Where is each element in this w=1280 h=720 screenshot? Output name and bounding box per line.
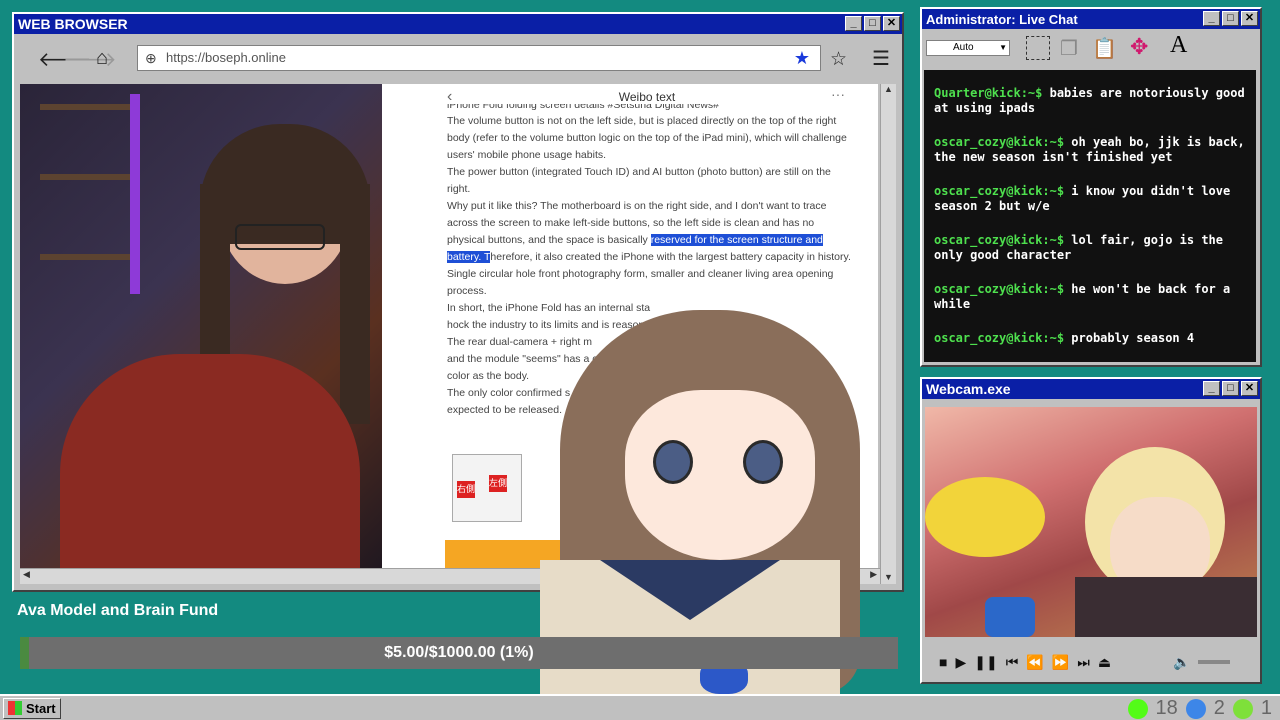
copy-icon[interactable]: ❐ — [1060, 36, 1078, 61]
minimize-button[interactable]: _ — [1203, 11, 1220, 26]
scroll-up-icon[interactable]: ▲ — [881, 84, 896, 94]
webcam-titlebar[interactable]: Webcam.exe _ □ ✕ — [922, 379, 1260, 399]
fund-progress-fill — [20, 637, 29, 669]
chat-message: Quarter@kick:~$ babies are notoriously g… — [934, 86, 1246, 116]
windows-logo-icon — [8, 701, 22, 715]
pause-icon[interactable]: ❚❚ — [974, 654, 997, 671]
chat-message: oscar_cozy@kick:~$ lol fair, gojo is the… — [934, 233, 1246, 263]
chat-message: oscar_cozy@kick:~$ probably season 4 — [934, 331, 1246, 346]
browser-title: WEB BROWSER — [18, 16, 128, 32]
fast-forward-icon[interactable]: ⏩ — [1052, 654, 1069, 671]
count-1: 18 — [1155, 697, 1178, 719]
chat-message: oscar_cozy@kick:~$ i know you didn't lov… — [934, 184, 1246, 214]
chat-message: oscar_cozy@kick:~$ he won't be back for … — [934, 282, 1246, 312]
maximize-button[interactable]: □ — [1222, 11, 1239, 26]
chat-username: oscar_cozy@kick:~$ — [934, 282, 1065, 296]
count-2: 2 — [1213, 697, 1225, 719]
article-fragment: iPhone Fold folding screen details #Sets… — [447, 104, 719, 111]
webcam-feed — [925, 407, 1257, 637]
minimize-button[interactable]: _ — [1203, 381, 1220, 396]
font-icon[interactable]: A — [1170, 32, 1187, 59]
count-3: 1 — [1260, 697, 1272, 719]
play-icon[interactable]: ▶ — [955, 654, 966, 671]
skip-start-icon[interactable]: ⏮ — [1006, 654, 1019, 671]
chat-username: oscar_cozy@kick:~$ — [934, 135, 1065, 149]
chevron-down-icon: ▼ — [999, 43, 1007, 52]
article-image: 右側 左側 — [452, 454, 522, 522]
font-size-select[interactable]: Auto ▼ — [926, 40, 1010, 56]
close-button[interactable]: ✕ — [1241, 11, 1258, 26]
maximize-button[interactable]: □ — [864, 16, 881, 31]
chat-message: oscar_cozy@kick:~$ oh yeah bo, jjk is ba… — [934, 135, 1246, 165]
webcam-title: Webcam.exe — [926, 381, 1011, 397]
home-icon[interactable]: ⌂ — [96, 47, 108, 70]
moon-icon[interactable] — [1185, 698, 1206, 719]
volume-icon[interactable]: 🔈 — [1173, 654, 1190, 671]
move-icon[interactable]: ✥ — [1130, 34, 1148, 60]
scroll-left-icon[interactable]: ◀ — [23, 569, 30, 580]
chat-log: Quarter@kick:~$ babies are notoriously g… — [924, 70, 1256, 362]
maximize-button[interactable]: □ — [1222, 381, 1239, 396]
minimize-button[interactable]: _ — [845, 16, 862, 31]
fund-progress-bar: $5.00/$1000.00 (1%) — [20, 637, 898, 669]
article-p1: The volume button is not on the left sid… — [447, 115, 847, 161]
chat-username: oscar_cozy@kick:~$ — [934, 233, 1065, 247]
paste-icon[interactable]: 📋 — [1092, 36, 1117, 61]
kick-icon[interactable] — [1127, 698, 1148, 719]
system-tray: 18 2 1 — [1127, 697, 1272, 720]
volume-slider[interactable] — [1198, 660, 1231, 664]
more-icon[interactable]: ··· — [831, 86, 845, 103]
url-text: https://boseph.online — [166, 50, 286, 65]
menu-icon[interactable]: ☰ — [872, 46, 890, 71]
avatar-face — [625, 390, 815, 560]
forward-arrow-icon[interactable]: 🡒 — [63, 47, 117, 72]
play-circle-icon[interactable] — [1232, 698, 1253, 719]
eject-icon[interactable]: ⏏ — [1098, 654, 1111, 671]
close-button[interactable]: ✕ — [1241, 381, 1258, 396]
rewind-icon[interactable]: ⏪ — [1026, 654, 1043, 671]
chat-title: Administrator: Live Chat — [926, 12, 1078, 27]
stop-icon[interactable]: ■ — [939, 654, 947, 670]
streamer-webcam — [20, 84, 382, 568]
skip-end-icon[interactable]: ⏭ — [1077, 654, 1090, 671]
favorite-star-icon[interactable]: ☆ — [830, 48, 847, 71]
fund-title: Ava Model and Brain Fund — [17, 602, 219, 619]
scroll-down-icon[interactable]: ▼ — [881, 572, 896, 582]
browser-titlebar[interactable]: WEB BROWSER _ □ ✕ — [14, 14, 902, 34]
chat-text: probably season 4 — [1064, 331, 1195, 345]
bookmark-star-icon[interactable]: ★ — [794, 46, 810, 70]
taskbar: Start 18 2 1 — [0, 694, 1280, 720]
scroll-right-icon[interactable]: ▶ — [870, 569, 877, 580]
start-button[interactable]: Start — [3, 698, 61, 719]
article-p2: The power button (integrated Touch ID) a… — [447, 166, 831, 195]
chat-username: oscar_cozy@kick:~$ — [934, 331, 1065, 345]
chat-username: oscar_cozy@kick:~$ — [934, 184, 1065, 198]
globe-icon: ⊕ — [145, 50, 157, 66]
address-bar[interactable]: ⊕ https://boseph.online ★ — [137, 45, 821, 71]
article-p4: Single circular hole front photography f… — [447, 268, 834, 297]
select-icon[interactable] — [1026, 36, 1050, 60]
fund-progress-text: $5.00/$1000.00 (1%) — [384, 644, 534, 661]
vertical-scrollbar[interactable]: ▲ ▼ — [880, 84, 896, 584]
article-p3: Why put it like this? The motherboard is… — [447, 200, 851, 263]
chat-username: Quarter@kick:~$ — [934, 86, 1043, 100]
close-button[interactable]: ✕ — [883, 16, 900, 31]
chat-titlebar[interactable]: Administrator: Live Chat _ □ ✕ — [922, 9, 1260, 29]
media-controls: ■ ▶ ❚❚ ⏮ ⏪ ⏩ ⏭ ⏏ 🔈 — [925, 648, 1257, 676]
